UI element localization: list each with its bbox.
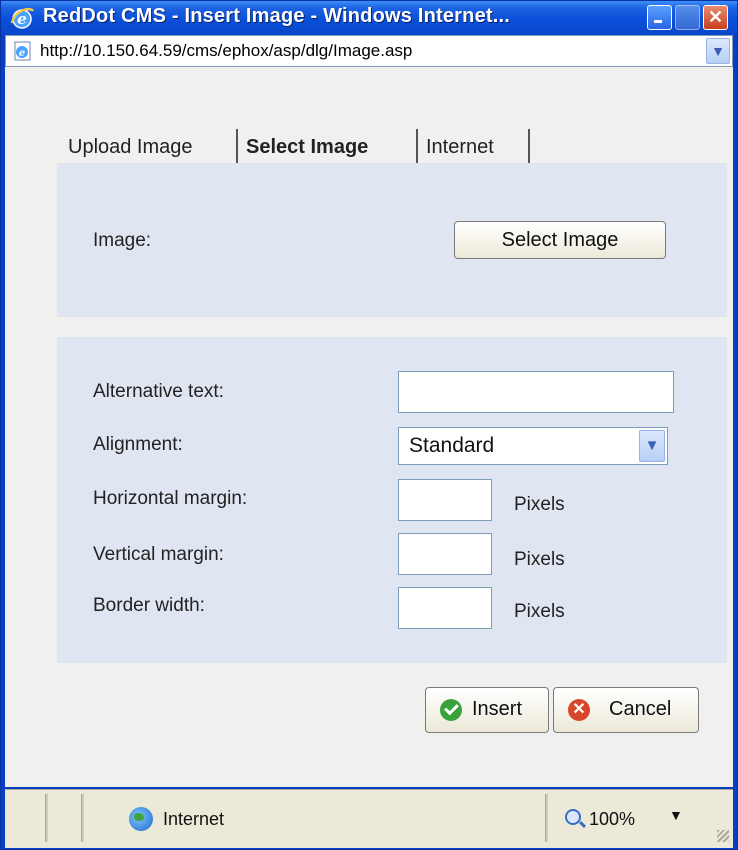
ie-logo-icon: e bbox=[10, 7, 35, 29]
image-properties-panel: Alternative text: Alignment: Standard ▼ … bbox=[57, 337, 727, 663]
minimize-icon[interactable] bbox=[647, 5, 672, 30]
zoom-level[interactable]: 100% bbox=[589, 809, 635, 830]
status-divider bbox=[81, 794, 84, 842]
alt-text-input[interactable] bbox=[398, 371, 674, 413]
address-dropdown-arrow-icon[interactable]: ▼ bbox=[706, 38, 730, 64]
close-icon[interactable]: ✕ bbox=[703, 5, 728, 30]
status-bar: Internet 100% ▼ bbox=[5, 789, 733, 848]
tab-internet[interactable]: Internet bbox=[418, 127, 530, 165]
horizontal-margin-unit: Pixels bbox=[514, 494, 565, 515]
vertical-margin-label: Vertical margin: bbox=[93, 544, 224, 565]
check-icon bbox=[440, 699, 462, 721]
chevron-down-icon[interactable]: ▼ bbox=[639, 430, 665, 462]
maximize-icon[interactable] bbox=[675, 5, 700, 30]
browser-window: e RedDot CMS - Insert Image - Windows In… bbox=[0, 0, 738, 850]
cancel-button[interactable]: ✕ Cancel bbox=[553, 687, 699, 733]
tab-upload-image[interactable]: Upload Image bbox=[60, 127, 238, 165]
dialog-body: Upload Image Select Image Internet Image… bbox=[5, 67, 733, 787]
select-image-button[interactable]: Select Image bbox=[454, 221, 666, 259]
globe-icon bbox=[129, 807, 153, 831]
alignment-select[interactable]: Standard ▼ bbox=[398, 427, 668, 465]
horizontal-margin-input[interactable] bbox=[398, 479, 492, 521]
cancel-icon: ✕ bbox=[568, 699, 590, 721]
border-width-label: Border width: bbox=[93, 595, 205, 616]
status-divider bbox=[45, 794, 48, 842]
border-width-input[interactable] bbox=[398, 587, 492, 629]
window-title: RedDot CMS - Insert Image - Windows Inte… bbox=[43, 5, 511, 27]
zoom-icon[interactable] bbox=[565, 809, 581, 825]
insert-label: Insert bbox=[472, 698, 523, 720]
resize-grip-icon[interactable] bbox=[717, 830, 729, 842]
svg-text:e: e bbox=[19, 48, 25, 59]
alignment-label: Alignment: bbox=[93, 434, 183, 455]
border-width-unit: Pixels bbox=[514, 601, 565, 622]
tab-label: Upload Image bbox=[68, 136, 193, 158]
address-bar[interactable]: e http://10.150.64.59/cms/ephox/asp/dlg/… bbox=[5, 35, 733, 67]
image-selection-panel: Image: Select Image bbox=[57, 163, 727, 317]
status-divider bbox=[545, 794, 548, 842]
cancel-label: Cancel bbox=[609, 698, 672, 720]
horizontal-margin-label: Horizontal margin: bbox=[93, 488, 248, 509]
tab-label: Select Image bbox=[246, 136, 369, 158]
security-zone: Internet bbox=[163, 809, 225, 829]
vertical-margin-unit: Pixels bbox=[514, 549, 565, 570]
alignment-value: Standard bbox=[409, 434, 495, 457]
zoom-dropdown-arrow-icon[interactable]: ▼ bbox=[669, 807, 683, 823]
image-label: Image: bbox=[93, 230, 152, 251]
tab-select-image[interactable]: Select Image bbox=[238, 127, 418, 165]
address-url[interactable]: http://10.150.64.59/cms/ephox/asp/dlg/Im… bbox=[40, 41, 412, 61]
vertical-margin-input[interactable] bbox=[398, 533, 492, 575]
title-bar[interactable]: e RedDot CMS - Insert Image - Windows In… bbox=[1, 1, 737, 35]
insert-button[interactable]: Insert bbox=[425, 687, 549, 733]
alt-text-label: Alternative text: bbox=[93, 381, 224, 402]
tab-label: Internet bbox=[426, 136, 494, 158]
tab-divider bbox=[528, 129, 530, 165]
page-icon: e bbox=[14, 41, 31, 61]
